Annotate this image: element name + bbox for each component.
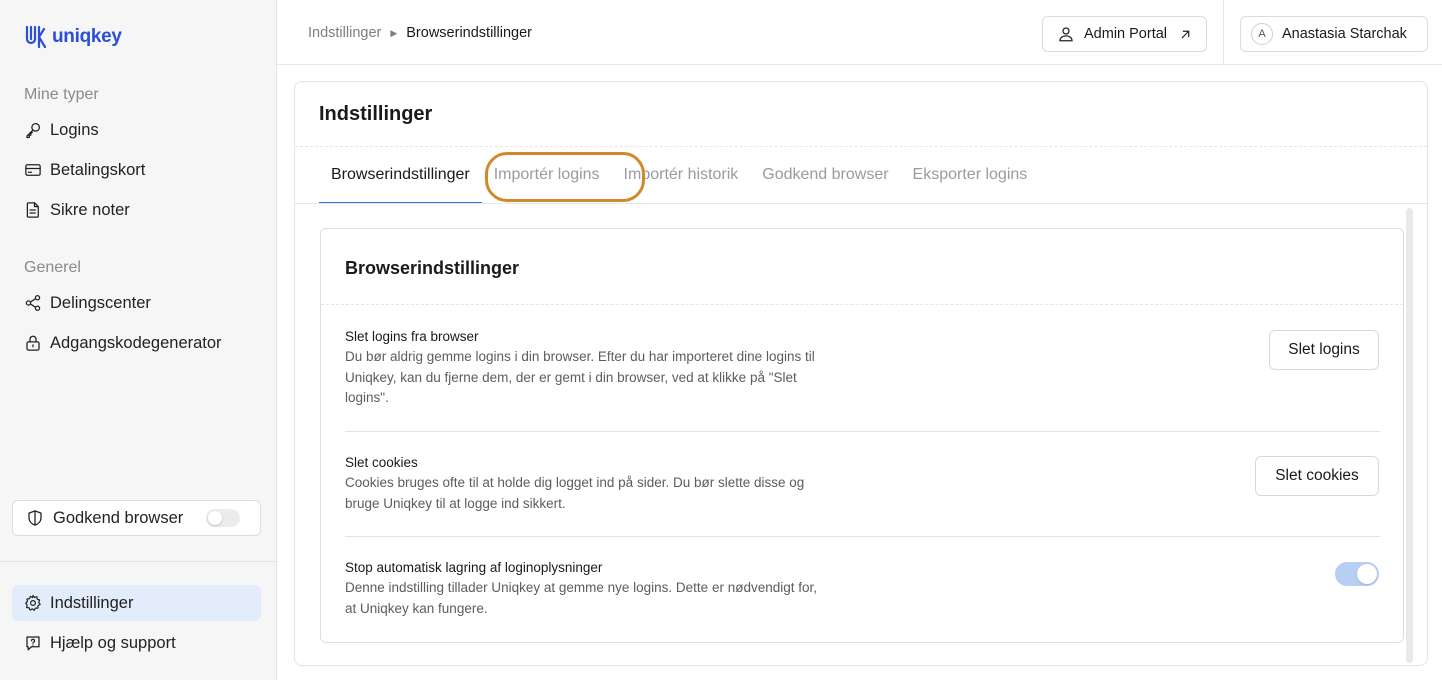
setting-title: Stop automatisk lagring af loginoplysnin… <box>345 560 603 575</box>
sidebar-item-label: Sikre noter <box>50 200 130 219</box>
note-icon <box>26 202 39 218</box>
sidebar-item-adgangskodegenerator[interactable]: Adgangskodegenerator <box>12 325 261 361</box>
setting-slet-logins: Slet logins fra browser Du bør aldrig ge… <box>345 329 1380 409</box>
tab-eksporter-logins[interactable]: Eksporter logins <box>901 146 1040 203</box>
lock-icon <box>26 335 40 351</box>
main-card: Indstillinger Browserindstillinger Impor… <box>294 81 1428 666</box>
breadcrumb-item-indstillinger[interactable]: Indstillinger <box>308 25 381 41</box>
top-header: Indstillinger ▶ Browserindstillinger Adm… <box>277 0 1442 65</box>
godkend-browser-label: Godkend browser <box>53 508 184 527</box>
section-title: Browserindstillinger <box>345 258 520 278</box>
section-label-mine-typer: Mine typer <box>24 86 99 103</box>
tabs-divider <box>295 203 1427 204</box>
sidebar-item-sikre-noter[interactable]: Sikre noter <box>12 192 261 228</box>
setting-description: Cookies bruges ofte til at holde dig log… <box>345 475 805 511</box>
tab-bar: Browserindstillinger Importér logins Imp… <box>319 146 1040 204</box>
setting-title: Slet cookies <box>345 455 418 470</box>
header-divider <box>1223 0 1224 64</box>
sidebar-item-betalingskort[interactable]: Betalingskort <box>12 152 261 188</box>
user-name: Anastasia Starchak <box>1282 26 1407 42</box>
tab-browserindstillinger[interactable]: Browserindstillinger <box>319 146 482 204</box>
admin-portal-button[interactable]: Admin Portal <box>1042 16 1207 52</box>
share-icon <box>25 295 41 311</box>
sidebar-item-label: Adgangskodegenerator <box>50 333 222 352</box>
logo-text: uniqkey <box>52 26 122 47</box>
external-link-arrow-icon <box>1181 30 1190 38</box>
tab-importer-historik[interactable]: Importér historik <box>612 146 751 203</box>
tab-importer-logins[interactable]: Importér logins <box>482 146 612 203</box>
slet-cookies-button[interactable]: Slet cookies <box>1255 456 1379 496</box>
admin-portal-label: Admin Portal <box>1084 26 1168 42</box>
key-icon <box>26 122 41 139</box>
godkend-browser-toggle[interactable]: Godkend browser <box>12 500 261 536</box>
sidebar-item-label: Indstillinger <box>50 593 134 612</box>
section-label-generel: Generel <box>24 259 81 276</box>
setting-title: Slet logins fra browser <box>345 329 479 344</box>
stop-automatisk-lagring-toggle[interactable] <box>1335 562 1379 586</box>
slet-logins-button[interactable]: Slet logins <box>1269 330 1379 370</box>
sidebar-item-label: Logins <box>50 120 99 139</box>
setting-stop-automatisk-lagring: Stop automatisk lagring af loginoplysnin… <box>345 560 1380 619</box>
sidebar-divider <box>0 561 277 562</box>
sidebar: uniqkey Mine typer Logins Betalingskort … <box>0 0 277 680</box>
page-title: Indstillinger <box>319 103 433 125</box>
scrollbar[interactable] <box>1406 208 1413 663</box>
user-icon <box>1059 27 1073 42</box>
help-icon <box>26 636 40 651</box>
section-title-divider <box>321 304 1403 305</box>
godkend-browser-switch[interactable] <box>206 509 241 527</box>
sidebar-item-label: Betalingskort <box>50 160 146 179</box>
sidebar-item-delingscenter[interactable]: Delingscenter <box>12 285 261 321</box>
uniqkey-logo-icon <box>25 25 46 49</box>
credit-card-icon <box>25 164 41 176</box>
setting-slet-cookies: Slet cookies Cookies bruges ofte til at … <box>345 455 1380 514</box>
setting-description: Du bør aldrig gemme logins i din browser… <box>345 349 815 405</box>
breadcrumb-item-current: Browserindstillinger <box>406 25 532 41</box>
sidebar-item-label: Delingscenter <box>50 293 151 312</box>
sidebar-item-hjaelp-og-support[interactable]: Hjælp og support <box>12 625 261 661</box>
sidebar-item-logins[interactable]: Logins <box>12 112 261 148</box>
logo[interactable]: uniqkey <box>24 25 122 49</box>
browser-settings-card: Browserindstillinger Slet logins fra bro… <box>320 228 1404 643</box>
sidebar-item-label: Hjælp og support <box>50 633 176 652</box>
setting-description: Denne indstilling tillader Uniqkey at ge… <box>345 580 817 616</box>
shield-icon <box>28 510 42 526</box>
sidebar-item-indstillinger[interactable]: Indstillinger <box>12 585 261 621</box>
avatar: A <box>1251 23 1273 45</box>
setting-divider <box>345 431 1380 432</box>
breadcrumb: Indstillinger ▶ Browserindstillinger <box>308 25 532 41</box>
user-menu-button[interactable]: A Anastasia Starchak <box>1240 16 1428 52</box>
setting-divider <box>345 536 1380 537</box>
breadcrumb-separator-icon: ▶ <box>390 27 398 38</box>
gear-icon <box>25 594 41 611</box>
tab-godkend-browser[interactable]: Godkend browser <box>750 146 900 203</box>
